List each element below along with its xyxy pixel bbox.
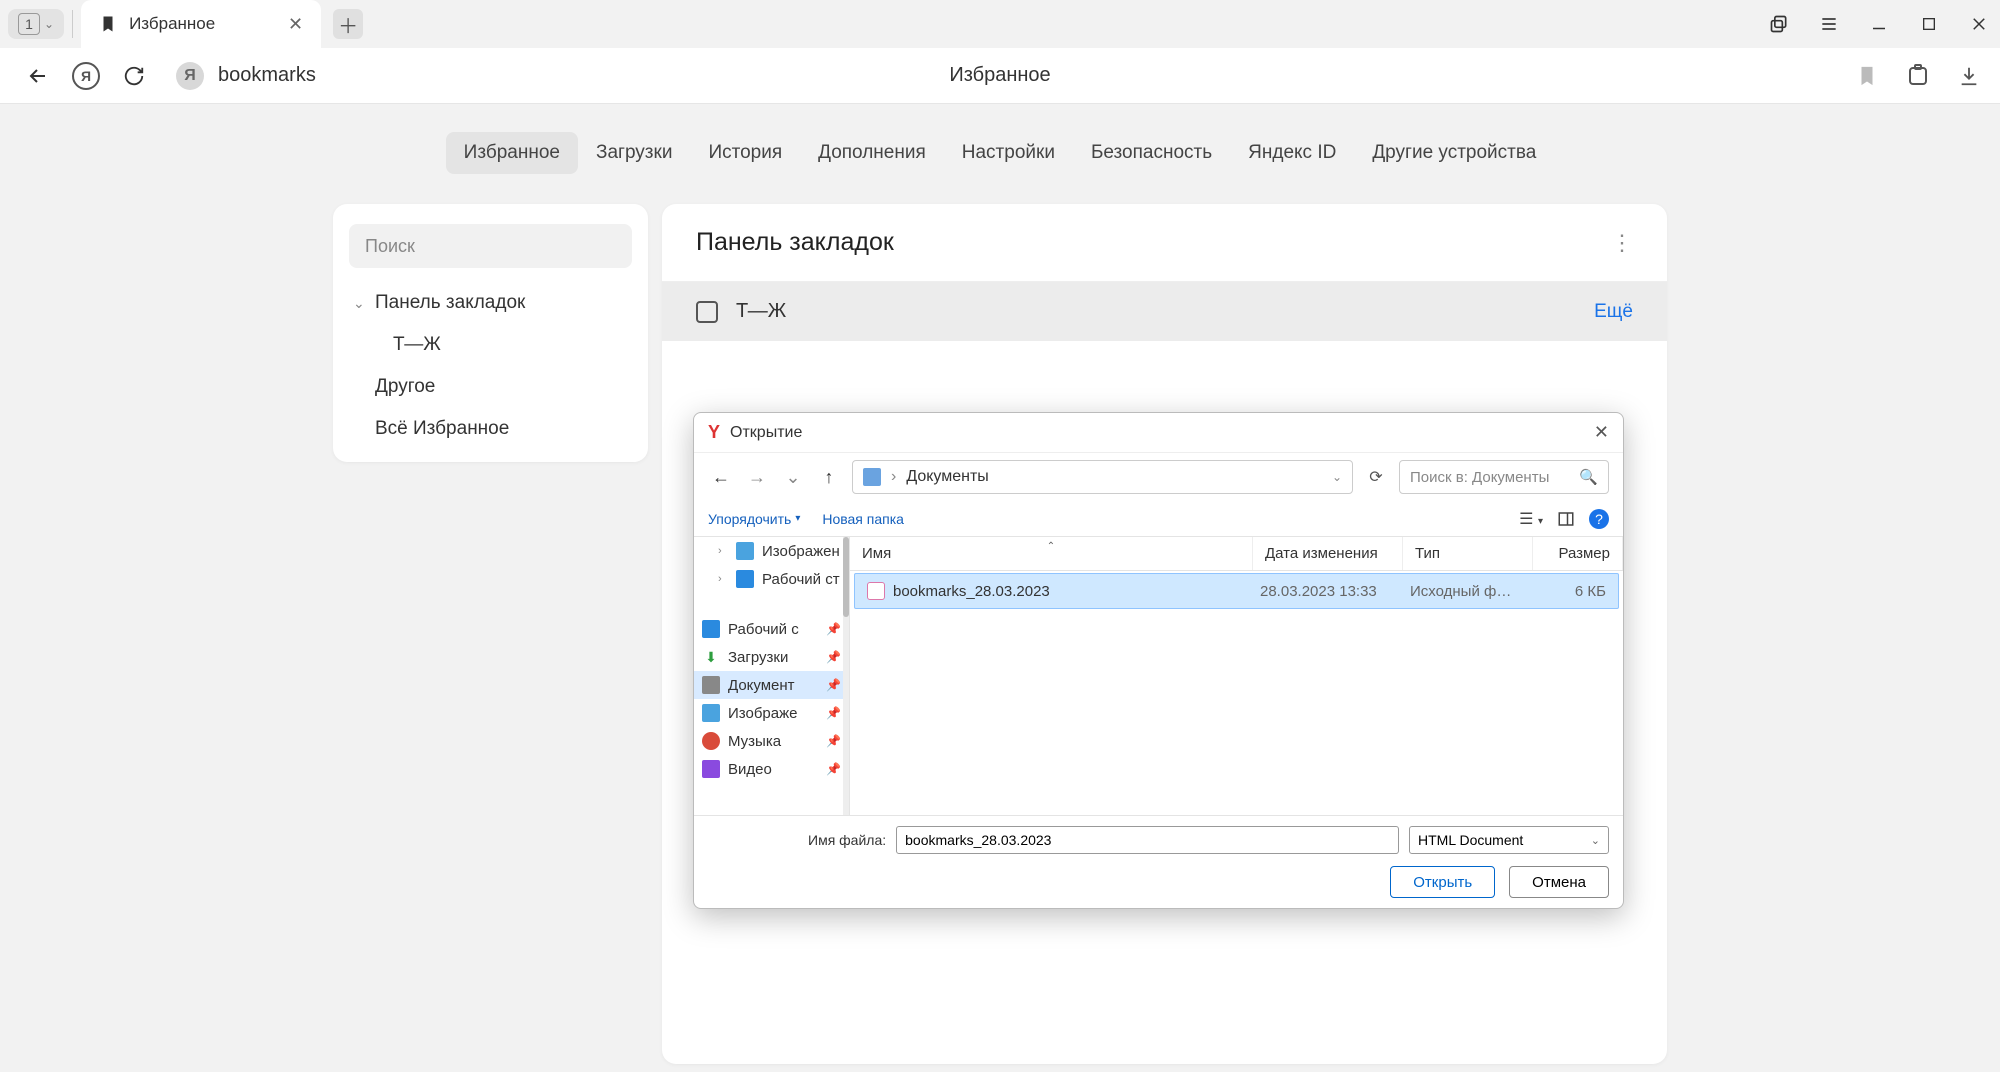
new-folder-button[interactable]: Новая папка [822,511,904,527]
tree-images2[interactable]: Изображе📌 [694,699,849,727]
nav-devices[interactable]: Другие устройства [1354,132,1554,174]
dialog-tree: ›Изображен ›Рабочий ст Рабочий с📌 ⬇Загру… [694,537,850,815]
tree-documents[interactable]: Документ📌 [694,671,849,699]
sidebar-child[interactable]: Т—Ж [333,324,648,366]
dialog-title: Открытие [730,424,802,442]
file-name: bookmarks_28.03.2023 [893,583,1050,600]
sidebar-root[interactable]: ⌄ Панель закладок [333,282,648,324]
cancel-button[interactable]: Отмена [1509,866,1609,898]
file-type: Исходный фа… [1398,583,1528,600]
sidebar-other-label: Другое [375,376,435,398]
active-tab[interactable]: Избранное ✕ [81,0,321,48]
tree-desktop2[interactable]: Рабочий с📌 [694,615,849,643]
reload-button[interactable] [116,58,152,94]
nav-addons[interactable]: Дополнения [800,132,944,174]
path-chevron-icon: › [891,468,896,486]
nav-back-button[interactable]: ← [708,467,734,488]
tree-images[interactable]: ›Изображен [694,537,849,565]
path-bar[interactable]: › Документы ⌄ [852,460,1353,494]
bookmark-outline-icon[interactable] [1856,65,1878,87]
back-button[interactable] [20,58,56,94]
tab-strip: 1 ⌄ Избранное ✕ ＋ [0,0,2000,48]
extensions-icon[interactable] [1906,64,1930,88]
chevron-down-icon: ⌄ [353,295,367,312]
col-date[interactable]: Дата изменения [1253,537,1403,570]
bookmark-row[interactable]: Т—Ж Ещё [662,282,1667,341]
nav-yandex-id[interactable]: Яндекс ID [1230,132,1354,174]
chevron-down-icon[interactable]: ⌄ [1332,470,1342,484]
copy-window-icon[interactable] [1766,11,1792,37]
nav-recent-chevron[interactable]: ⌄ [780,467,806,488]
col-size[interactable]: Размер [1533,537,1623,570]
help-icon[interactable]: ? [1589,509,1609,529]
file-row[interactable]: bookmarks_28.03.2023 28.03.2023 13:33 Ис… [854,573,1619,609]
menu-icon[interactable] [1816,11,1842,37]
sidebar-other[interactable]: Другое [333,366,648,408]
file-open-dialog: Y Открытие ✕ ← → ⌄ ↑ › Документы ⌄ ⟳ Пои… [693,412,1624,909]
divider [72,10,73,38]
file-icon [867,582,885,600]
site-icon: Я [176,62,204,90]
view-list-icon[interactable]: ☰ ▾ [1519,509,1543,529]
minimize-icon[interactable] [1866,11,1892,37]
file-size: 6 КБ [1528,583,1618,600]
search-icon: 🔍 [1579,468,1598,486]
page-title: Избранное [949,64,1050,87]
search-input[interactable] [349,224,632,268]
bookmark-icon [99,15,117,33]
open-button[interactable]: Открыть [1390,866,1495,898]
col-type[interactable]: Тип [1403,537,1533,570]
nav-forward-button[interactable]: → [744,467,770,488]
nav-downloads[interactable]: Загрузки [578,132,690,174]
tree-music[interactable]: Музыка📌 [694,727,849,755]
nav-settings[interactable]: Настройки [944,132,1073,174]
close-tab-icon[interactable]: ✕ [288,14,303,35]
file-date: 28.03.2023 13:33 [1248,583,1398,600]
nav-favorites[interactable]: Избранное [446,132,578,174]
scrollbar-thumb[interactable] [843,537,849,617]
more-link[interactable]: Ещё [1594,301,1633,323]
search-placeholder: Поиск в: Документы [1410,469,1549,486]
maximize-icon[interactable] [1916,11,1942,37]
filename-label: Имя файла: [808,832,886,848]
col-name[interactable]: ⌃Имя [850,537,1253,570]
sidebar-root-label: Панель закладок [375,292,525,314]
preview-pane-icon[interactable] [1557,510,1575,528]
new-tab-button[interactable]: ＋ [333,9,363,39]
sidebar-all-label: Всё Избранное [375,418,509,440]
nav-up-button[interactable]: ↑ [816,467,842,488]
organize-menu[interactable]: Упорядочить▾ [708,511,800,527]
url-text[interactable]: bookmarks [218,64,316,87]
dialog-search-input[interactable]: Поиск в: Документы 🔍 [1399,460,1609,494]
close-window-icon[interactable] [1966,11,1992,37]
settings-nav: Избранное Загрузки История Дополнения На… [0,132,2000,174]
breadcrumb-text: Документы [906,468,988,486]
toolbar: Я Я bookmarks Избранное [0,48,2000,104]
panel-menu-button[interactable]: ⋮ [1611,230,1633,256]
tree-desktop[interactable]: ›Рабочий ст [694,565,849,593]
yandex-button[interactable]: Я [68,58,104,94]
sidebar-all[interactable]: Всё Избранное [333,408,648,450]
tab-count-badge: 1 [18,13,40,35]
tree-downloads[interactable]: ⬇Загрузки📌 [694,643,849,671]
sidebar-child-label: Т—Ж [393,334,441,356]
filename-input[interactable] [896,826,1399,854]
nav-security[interactable]: Безопасность [1073,132,1230,174]
tree-video[interactable]: Видео📌 [694,755,849,783]
filetype-select[interactable]: HTML Document⌄ [1409,826,1609,854]
tab-counter[interactable]: 1 ⌄ [8,9,64,39]
checkbox[interactable] [696,301,718,323]
refresh-button[interactable]: ⟳ [1363,467,1389,487]
panel-title: Панель закладок [696,228,894,257]
tab-title: Избранное [129,14,276,34]
folder-icon [863,468,881,486]
downloads-icon[interactable] [1958,65,1980,87]
bookmark-name: Т—Ж [736,300,1594,323]
nav-history[interactable]: История [690,132,800,174]
bookmarks-sidebar: ⌄ Панель закладок Т—Ж Другое Всё Избранн… [333,204,648,462]
dialog-close-button[interactable]: ✕ [1594,422,1609,443]
yandex-logo-icon: Y [708,422,720,443]
chevron-down-icon: ⌄ [44,17,54,31]
